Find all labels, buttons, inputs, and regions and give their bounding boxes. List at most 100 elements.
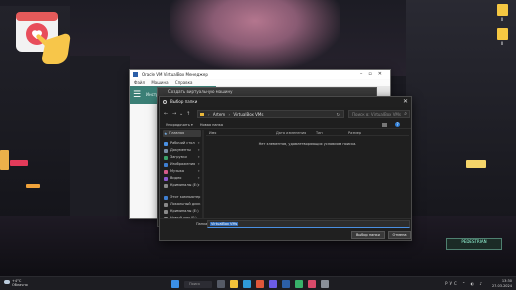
select-folder-button[interactable]: Выбор папки [351, 231, 385, 239]
nav-item-label: Видео [170, 176, 182, 180]
new-folder-button[interactable]: Новая папка [200, 123, 223, 127]
chevron-right-icon: › [208, 112, 210, 117]
nav-item[interactable]: Изображения ✦ [163, 161, 201, 168]
tools-icon: ☰ [133, 90, 142, 100]
nav-item-label: Локальный диск [170, 202, 201, 206]
nav-item-label: Музыка [170, 169, 184, 173]
desktop-folder-icon[interactable]: Ⅱ [495, 28, 509, 46]
close-icon[interactable]: ✕ [403, 98, 408, 105]
pin-icon: ✦ [197, 141, 200, 145]
breadcrumb-artem[interactable]: Artem [213, 112, 225, 117]
folder-name-value: VirtualBox VMs [210, 222, 239, 226]
column-date-modified[interactable]: Дата изменения [276, 130, 306, 136]
weather-widget[interactable]: +4°C Облачно [4, 279, 28, 287]
pin-icon: ✦ [197, 176, 200, 180]
breadcrumb-virtualbox-vms[interactable]: VirtualBox VMs [233, 112, 263, 117]
start-menu-icon[interactable] [171, 280, 179, 288]
window-title: Oracle VM VirtualBox Менеджер [142, 72, 208, 77]
vm-list-pane [130, 104, 160, 218]
nav-item-label: Рабочий стол [170, 141, 195, 145]
nav-item[interactable]: Загрузки ✦ [163, 154, 201, 161]
view-options-icon[interactable] [382, 123, 387, 127]
dialog-title: Выбор папки [170, 99, 198, 104]
search-placeholder: Поиск в: VirtualBox VMs [352, 112, 401, 117]
app-icon[interactable] [256, 280, 264, 288]
app-icon[interactable] [321, 280, 329, 288]
column-type[interactable]: Тип [316, 130, 323, 136]
nav-quick-access[interactable]: Главная [163, 130, 201, 137]
desktop-folder-icon[interactable]: Ⅱ [495, 4, 509, 22]
nav-item-label: Изображения [170, 162, 196, 166]
pin-icon: ✦ [197, 183, 200, 187]
nav-item-label: Криминалы (E:) [170, 209, 199, 213]
folder-icon [496, 28, 508, 40]
task-view-icon[interactable] [217, 280, 225, 288]
dialog-app-icon [163, 100, 167, 104]
window-titlebar[interactable]: Oracle VM VirtualBox Менеджер –▫✕ [130, 70, 390, 79]
cancel-button[interactable]: Отмена [388, 231, 411, 239]
menu-help[interactable]: Справка [175, 80, 193, 85]
taskbar-search[interactable]: Поиск [184, 280, 212, 288]
neon-sign [10, 160, 28, 166]
select-folder-dialog[interactable]: Выбор папки ✕ ← → ⌄ ↑ › Artem › VirtualB… [159, 96, 412, 241]
dialog-titlebar[interactable]: Выбор папки [160, 97, 411, 107]
forward-arrow-icon[interactable]: → [172, 111, 176, 117]
edge-browser-icon[interactable] [243, 280, 251, 288]
nav-item[interactable]: Этот компьютер [163, 194, 201, 201]
nav-item-icon [164, 155, 168, 160]
organize-button[interactable]: Упорядочить ▾ [166, 123, 193, 127]
app-icon[interactable] [269, 280, 277, 288]
virtualbox-app-icon [133, 72, 138, 77]
menu-bar: Файл Машина Справка [130, 79, 390, 86]
chevron-right-icon: › [228, 112, 231, 117]
file-list-header: Имя Дата изменения Тип Размер [206, 130, 409, 136]
nav-item-icon [164, 176, 168, 181]
file-explorer-icon[interactable] [230, 280, 238, 288]
nav-item[interactable]: Криминалы (E:) ✦ [163, 182, 201, 189]
address-bar[interactable]: › Artem › VirtualBox VMs ↻ [197, 110, 344, 118]
nav-item-icon [164, 141, 168, 146]
nav-item-label: Криминалы (E:) [170, 183, 199, 187]
create-vm-title: Создать виртуальную машину [158, 88, 376, 96]
nav-item[interactable]: Музыка ✦ [163, 168, 201, 175]
nav-item[interactable]: Криминалы (E:) [163, 208, 201, 215]
app-icon[interactable] [295, 280, 303, 288]
menu-machine[interactable]: Машина [151, 80, 168, 85]
nav-item[interactable]: Рабочий стол ✦ [163, 140, 201, 147]
history-chevron-icon[interactable]: ⌄ [179, 111, 183, 117]
nav-item-icon [164, 195, 168, 200]
help-icon[interactable]: ? [395, 122, 400, 127]
refresh-icon[interactable]: ↻ [337, 111, 340, 118]
cloud-icon [4, 280, 10, 284]
folder-icon [200, 113, 204, 116]
nav-item-icon [164, 148, 168, 153]
column-name[interactable]: Имя [209, 130, 216, 136]
menu-file[interactable]: Файл [134, 80, 145, 85]
neon-sign [0, 150, 9, 170]
window-controls[interactable]: –▫✕ [360, 70, 388, 79]
nav-scrollbar[interactable] [202, 130, 204, 218]
up-arrow-icon[interactable]: ↑ [186, 111, 190, 117]
neon-sign [466, 160, 486, 168]
system-tray-icons[interactable]: РУС ⌃ ◐ ♪ [445, 281, 484, 286]
column-size[interactable]: Размер [348, 130, 361, 136]
virtualbox-taskbar-icon[interactable] [282, 280, 290, 288]
nav-item[interactable]: Локальный диск [163, 201, 201, 208]
nav-item[interactable]: Документы ✦ [163, 147, 201, 154]
app-icon[interactable] [308, 280, 316, 288]
pin-icon: ✦ [197, 155, 200, 159]
street-sign: PEDESTRIAN [446, 238, 502, 250]
search-icon: ⌕ [404, 111, 407, 117]
back-arrow-icon[interactable]: ← [164, 111, 168, 117]
taskbar: +4°C Облачно Поиск РУС ⌃ ◐ ♪ 13:30 27.03… [0, 276, 516, 290]
nav-item[interactable]: Видео ✦ [163, 175, 201, 182]
search-input[interactable]: Поиск в: VirtualBox VMs ⌕ [348, 110, 410, 118]
clock-time: 13:30 [501, 279, 512, 283]
pin-icon: ✦ [197, 169, 200, 173]
folder-name-input[interactable]: VirtualBox VMs [207, 220, 410, 228]
language-indicator[interactable]: РУС [445, 281, 459, 286]
nav-pinned-list: Рабочий стол ✦ Документы ✦ Загрузки ✦ Изображе… [163, 140, 201, 189]
taskbar-search-placeholder: Поиск [189, 281, 201, 286]
clock[interactable]: 13:30 27.03.2024 [492, 279, 512, 288]
heart-button-sticker [16, 12, 71, 64]
